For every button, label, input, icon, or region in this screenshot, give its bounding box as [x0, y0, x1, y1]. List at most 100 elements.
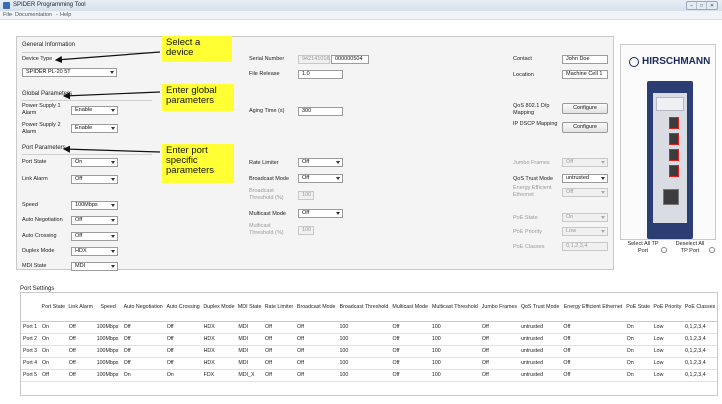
- rate-limiter-select[interactable]: Off: [298, 158, 343, 167]
- app-icon: [3, 2, 10, 9]
- menu-bar: File - Documentation - Help: [0, 11, 722, 20]
- device-type-select[interactable]: SPIDER PL-20 5T: [22, 68, 117, 77]
- table-cell: HDX: [201, 333, 237, 346]
- auto-crossing-select[interactable]: Off: [71, 232, 118, 241]
- link-alarm-select[interactable]: Off: [71, 175, 118, 184]
- table-cell: Off: [295, 321, 338, 334]
- broadcast-threshold-label: Broadcast Threshold (%): [249, 188, 284, 201]
- hirschmann-logo-icon: [629, 57, 639, 67]
- table-cell: Off: [263, 369, 295, 382]
- broadcast-mode-select[interactable]: Off: [298, 174, 343, 183]
- table-cell: Off: [66, 369, 95, 382]
- table-cell: Off: [66, 321, 95, 334]
- jumbo-frames-select: Off: [562, 158, 608, 167]
- qos-trust-mode-label: QoS Trust Mode: [513, 176, 554, 182]
- qos-trust-mode-select[interactable]: untrusted: [562, 174, 608, 183]
- table-cell: On: [164, 369, 202, 382]
- table-cell: Off: [479, 369, 519, 382]
- device-port-2[interactable]: [669, 133, 679, 145]
- location-field[interactable]: Machine Cell 1: [562, 70, 608, 79]
- menu-help[interactable]: Help: [60, 12, 71, 18]
- mdi-state-select[interactable]: MDI: [71, 262, 118, 271]
- table-cell: Off: [164, 321, 202, 334]
- table-cell: 100: [429, 321, 480, 334]
- table-row[interactable]: Port 5 Off Off 100Mbps On On FDX MDI_X Off Off 100…: [21, 369, 717, 382]
- row-port-label: Port 3: [21, 345, 40, 358]
- energy-efficient-ethernet-label: Energy Efficient Ethernet: [513, 185, 552, 198]
- multicast-mode-value: Off: [302, 210, 310, 216]
- device-port-3[interactable]: [669, 149, 679, 161]
- serial-number-field[interactable]: 000000504: [331, 55, 369, 64]
- table-cell: 100: [429, 333, 480, 346]
- table-cell: Off: [164, 345, 202, 358]
- deselect-all-tp-port-radio[interactable]: [709, 247, 715, 253]
- select-all-tp-port-radio[interactable]: [661, 247, 667, 253]
- aging-time-label: Aging Time (s): [249, 108, 285, 114]
- brand-logo: HIRSCHMANN: [642, 56, 711, 67]
- port-state-select[interactable]: On: [71, 158, 118, 167]
- duplex-mode-select[interactable]: HDX: [71, 247, 118, 256]
- power-supply-2-value: Enable: [75, 125, 93, 131]
- poe-state-label: PoE State: [513, 215, 538, 221]
- close-icon[interactable]: ✕: [707, 2, 717, 9]
- table-cell: Off: [295, 333, 338, 346]
- table-cell: Low: [651, 333, 684, 346]
- chevron-down-icon: [111, 161, 115, 164]
- menu-documentation[interactable]: Documentation: [15, 12, 52, 18]
- table-cell: MDI: [236, 321, 264, 334]
- port-parameters-title: Port Parameters: [22, 145, 66, 151]
- poe-state-value: On: [566, 214, 574, 220]
- duplex-mode-value: HDX: [75, 248, 87, 254]
- broadcast-mode-value: Off: [302, 175, 310, 181]
- speed-label: Speed: [22, 202, 38, 208]
- column-header: Auto Negotiation: [121, 293, 165, 322]
- configure-qos-button[interactable]: Configure: [562, 103, 608, 114]
- table-cell: Off: [121, 345, 165, 358]
- global-parameters-title: Global Parameters: [22, 91, 73, 97]
- multicast-mode-select[interactable]: Off: [298, 209, 343, 218]
- divider: [22, 100, 152, 101]
- table-cell: On: [624, 369, 652, 382]
- broadcast-mode-label: Broadcast Mode: [249, 176, 290, 182]
- divider: [22, 52, 152, 53]
- table-cell: On: [121, 369, 165, 382]
- table-cell: Low: [651, 369, 684, 382]
- chevron-down-icon: [111, 109, 115, 112]
- dscp-mapping-label: IP DSCP Mapping: [513, 121, 558, 127]
- row-port-label: Port 5: [21, 369, 40, 382]
- chevron-down-icon: [336, 161, 340, 164]
- poe-state-select: On: [562, 213, 608, 222]
- configure-dscp-button[interactable]: Configure: [562, 122, 608, 133]
- power-supply-2-select[interactable]: Enable: [71, 124, 118, 133]
- table-cell: Off: [164, 333, 202, 346]
- power-supply-1-select[interactable]: Enable: [71, 106, 118, 115]
- table-cell: Off: [390, 321, 430, 334]
- table-cell: MDI: [236, 345, 264, 358]
- device-port-1[interactable]: [669, 117, 679, 129]
- aging-time-field[interactable]: 300: [298, 107, 343, 116]
- table-cell: Off: [39, 369, 67, 382]
- maximize-icon[interactable]: □: [697, 2, 707, 9]
- chevron-down-icon: [601, 177, 605, 180]
- device-port-4[interactable]: [669, 165, 679, 177]
- chevron-down-icon: [601, 230, 605, 233]
- column-header: Multicast Mode: [390, 293, 430, 322]
- table-cell: Off: [121, 357, 165, 370]
- contact-label: Contact: [513, 56, 532, 62]
- file-release-field[interactable]: 1.0: [298, 70, 343, 79]
- table-row[interactable]: Port 2 On Off 100Mbps Off Off HDX MDI Off Off 100 O…: [21, 333, 717, 346]
- auto-negotiation-select[interactable]: Off: [71, 216, 118, 225]
- table-row[interactable]: Port 4 On Off 100Mbps Off Off HDX MDI Off Off 100 O…: [21, 357, 717, 370]
- contact-field[interactable]: John Doe: [562, 55, 608, 64]
- table-cell: 0,1,2,3,4: [683, 369, 717, 382]
- chevron-down-icon: [601, 161, 605, 164]
- device-port-5[interactable]: [663, 189, 679, 205]
- minimize-icon[interactable]: –: [687, 2, 697, 9]
- column-header: Auto Crossing: [164, 293, 202, 322]
- table-row[interactable]: Port 1 On Off 100Mbps Off Off HDX MDI Off Off 100 O…: [21, 321, 717, 334]
- table-row[interactable]: Port 3 On Off 100Mbps Off Off HDX MDI Off Off 100 O…: [21, 345, 717, 358]
- speed-select[interactable]: 100Mbps: [71, 201, 118, 210]
- power-supply-1-label: Power Supply 1 Alarm: [22, 103, 61, 116]
- device-image: [647, 81, 693, 239]
- table-cell: Off: [263, 321, 295, 334]
